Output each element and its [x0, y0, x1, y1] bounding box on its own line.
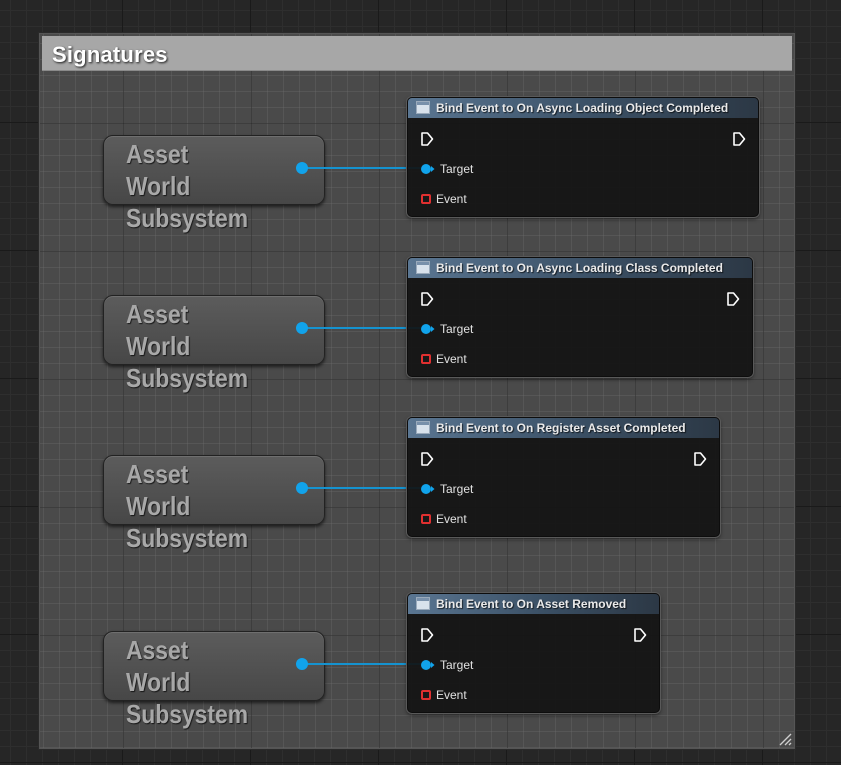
object-pin-icon[interactable] — [420, 323, 435, 335]
event-pin-label: Event — [436, 512, 467, 526]
function-icon — [416, 101, 430, 114]
function-node-bind-async-loading-object[interactable]: Bind Event to On Async Loading Object Co… — [407, 97, 759, 217]
object-pin-icon[interactable] — [420, 483, 435, 495]
function-node-header: Bind Event to On Async Loading Class Com… — [408, 258, 752, 278]
exec-out-pin-icon[interactable] — [726, 291, 740, 307]
target-pin-label: Target — [440, 322, 474, 336]
object-pin-icon[interactable] — [420, 163, 435, 175]
exec-out-pin-icon[interactable] — [633, 627, 647, 643]
function-node-header: Bind Event to On Asset Removed — [408, 594, 659, 614]
function-node-title: Bind Event to On Register Asset Complete… — [436, 421, 686, 435]
variable-node-asset-world-subsystem[interactable]: Asset World Subsystem — [103, 455, 325, 553]
target-pin-label: Target — [440, 162, 474, 176]
wire-object — [302, 663, 424, 665]
delegate-pin-icon[interactable] — [421, 354, 431, 364]
output-pin-icon[interactable] — [296, 658, 308, 670]
comment-title: Signatures — [52, 42, 168, 67]
variable-node-label: Asset World Subsystem — [126, 299, 249, 393]
variable-node-asset-world-subsystem[interactable]: Asset World Subsystem — [103, 295, 325, 393]
target-pin-label: Target — [440, 482, 474, 496]
exec-in-pin-icon[interactable] — [420, 451, 434, 467]
delegate-pin-icon[interactable] — [421, 194, 431, 204]
wire-object — [302, 327, 424, 329]
function-icon — [416, 421, 430, 434]
delegate-pin-icon[interactable] — [421, 514, 431, 524]
function-node-bind-async-loading-class[interactable]: Bind Event to On Async Loading Class Com… — [407, 257, 753, 377]
function-icon — [416, 261, 430, 274]
output-pin-icon[interactable] — [296, 482, 308, 494]
function-node-title: Bind Event to On Async Loading Object Co… — [436, 101, 729, 115]
function-node-header: Bind Event to On Register Asset Complete… — [408, 418, 719, 438]
variable-node-label: Asset World Subsystem — [126, 635, 249, 729]
wire-object — [302, 487, 424, 489]
output-pin-icon[interactable] — [296, 322, 308, 334]
function-node-title: Bind Event to On Asset Removed — [436, 597, 627, 611]
function-node-bind-asset-removed[interactable]: Bind Event to On Asset Removed Target Ev… — [407, 593, 660, 713]
function-node-bind-register-asset[interactable]: Bind Event to On Register Asset Complete… — [407, 417, 720, 537]
exec-in-pin-icon[interactable] — [420, 291, 434, 307]
exec-out-pin-icon[interactable] — [693, 451, 707, 467]
output-pin-icon[interactable] — [296, 162, 308, 174]
target-pin-label: Target — [440, 658, 474, 672]
exec-in-pin-icon[interactable] — [420, 627, 434, 643]
wire-object — [302, 167, 424, 169]
event-pin-label: Event — [436, 688, 467, 702]
object-pin-icon[interactable] — [420, 659, 435, 671]
variable-node-asset-world-subsystem[interactable]: Asset World Subsystem — [103, 135, 325, 233]
event-pin-label: Event — [436, 352, 467, 366]
exec-out-pin-icon[interactable] — [732, 131, 746, 147]
function-node-header: Bind Event to On Async Loading Object Co… — [408, 98, 758, 118]
variable-node-asset-world-subsystem[interactable]: Asset World Subsystem — [103, 631, 325, 729]
resize-grip-icon[interactable] — [778, 732, 792, 746]
exec-in-pin-icon[interactable] — [420, 131, 434, 147]
variable-node-label: Asset World Subsystem — [126, 139, 249, 233]
variable-node-label: Asset World Subsystem — [126, 459, 249, 553]
delegate-pin-icon[interactable] — [421, 690, 431, 700]
comment-header[interactable]: Signatures — [42, 36, 792, 71]
function-node-title: Bind Event to On Async Loading Class Com… — [436, 261, 723, 275]
function-icon — [416, 597, 430, 610]
event-pin-label: Event — [436, 192, 467, 206]
